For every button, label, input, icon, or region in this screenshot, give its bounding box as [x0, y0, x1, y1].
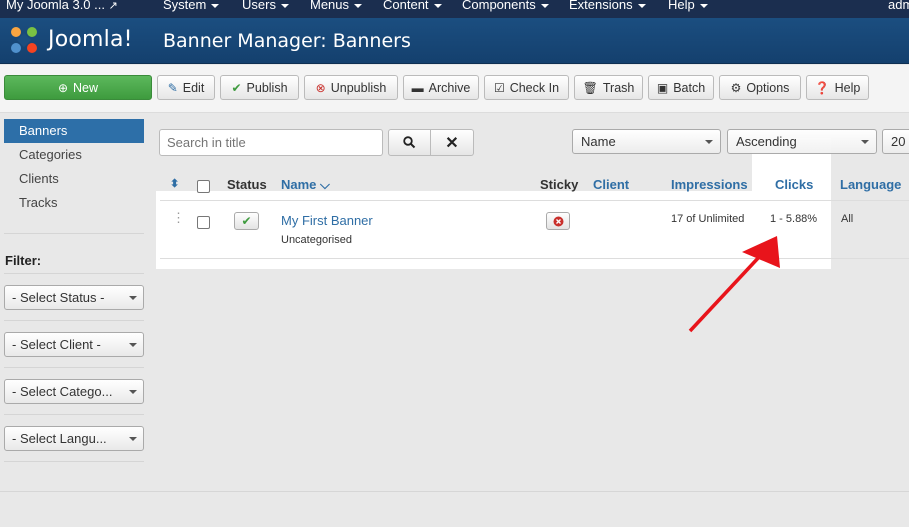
question-icon: ❓: [814, 80, 830, 95]
user-menu[interactable]: adm: [888, 0, 909, 12]
ordering-header-icon[interactable]: ⬍: [170, 177, 179, 190]
language-column-header[interactable]: Language: [840, 177, 901, 192]
impressions-column-header[interactable]: Impressions: [671, 177, 748, 192]
client-filter-select[interactable]: - Select Client -: [4, 332, 144, 357]
unsticky-icon: [553, 216, 563, 226]
client-column-header[interactable]: Client: [593, 177, 629, 192]
gear-icon: ⚙: [730, 80, 742, 95]
footer-divider: [0, 491, 909, 492]
list-limit-select[interactable]: 20: [882, 129, 909, 154]
language-value: All: [841, 213, 854, 225]
search-icon: [403, 136, 416, 149]
publish-button[interactable]: ✔ Publish: [220, 75, 299, 100]
row-checkbox[interactable]: [197, 216, 210, 229]
batch-button[interactable]: ▣ Batch: [648, 75, 714, 100]
menu-components[interactable]: Components: [462, 0, 549, 12]
filter-divider: [4, 273, 144, 274]
admin-menu-bar: My Joomla 3.0 ... ↗ System Users Menus C…: [0, 0, 909, 18]
edit-icon: ✎: [167, 80, 178, 95]
page-title: Banner Manager: Banners: [163, 30, 411, 52]
filter-divider: [4, 367, 144, 368]
status-column-header[interactable]: Status: [227, 177, 267, 192]
external-link-icon: ↗: [108, 0, 118, 12]
trash-icon: 🗑: [582, 80, 598, 95]
clicks-column-header[interactable]: Clicks: [775, 177, 813, 192]
status-toggle-button[interactable]: ✔: [234, 212, 259, 230]
sidebar-item-categories[interactable]: Categories: [4, 143, 144, 167]
sticky-toggle-button[interactable]: [546, 212, 570, 230]
batch-icon: ▣: [656, 80, 669, 95]
menu-content[interactable]: Content: [383, 0, 442, 12]
header: Joomla! Banner Manager: Banners: [0, 18, 909, 64]
category-filter-select[interactable]: - Select Catego...: [4, 379, 144, 404]
options-button[interactable]: ⚙ Options: [719, 75, 801, 100]
archive-icon: ▬: [411, 80, 424, 95]
menu-menus[interactable]: Menus: [310, 0, 363, 12]
checkbox-icon: ☑: [493, 80, 505, 95]
menu-system[interactable]: System: [163, 0, 220, 12]
annotation-arrow-icon: [688, 236, 780, 333]
help-button[interactable]: ❓ Help: [806, 75, 869, 100]
language-filter-select[interactable]: - Select Langu...: [4, 426, 144, 451]
search-input[interactable]: [159, 129, 383, 156]
filter-divider: [4, 461, 144, 462]
row-divider: [160, 258, 909, 259]
name-column-header[interactable]: Name ⌵: [281, 177, 330, 193]
sidebar-divider: [4, 233, 144, 234]
status-filter-select[interactable]: - Select Status -: [4, 285, 144, 310]
menu-help[interactable]: Help: [668, 0, 708, 12]
new-button[interactable]: ⊕ New: [4, 75, 152, 100]
unpublish-button[interactable]: ⊗ Unpublish: [304, 75, 398, 100]
sidebar-item-clients[interactable]: Clients: [4, 167, 144, 191]
sort-direction-select[interactable]: Ascending: [727, 129, 877, 154]
clicks-value: 1 - 5.88%: [770, 213, 818, 225]
filter-divider: [4, 414, 144, 415]
check-in-button[interactable]: ☑ Check In: [484, 75, 569, 100]
joomla-logo-icon: [11, 27, 37, 53]
drag-handle-icon[interactable]: ⋮: [172, 210, 185, 226]
sidebar: Banners Categories Clients Tracks Filter…: [0, 114, 150, 494]
sidebar-item-banners[interactable]: Banners: [4, 119, 144, 143]
chevron-down-icon: ⌵: [320, 177, 330, 192]
logo-text: Joomla!: [48, 27, 133, 52]
check-icon: ✔: [231, 80, 242, 95]
close-icon: ✕: [445, 134, 459, 152]
archive-button[interactable]: ▬ Archive: [403, 75, 479, 100]
site-link[interactable]: My Joomla 3.0 ... ↗: [6, 0, 118, 12]
impressions-value: 17 of Unlimited: [671, 213, 745, 225]
banner-name-link[interactable]: My First Banner: [281, 213, 373, 228]
check-icon: ✔: [241, 214, 252, 228]
filter-divider: [4, 320, 144, 321]
joomla-logo[interactable]: Joomla!: [8, 24, 153, 56]
menu-extensions[interactable]: Extensions: [569, 0, 646, 12]
plus-circle-icon: ⊕: [57, 80, 69, 95]
unpublish-icon: ⊗: [315, 80, 326, 95]
edit-button[interactable]: ✎ Edit: [157, 75, 215, 100]
sticky-column-header[interactable]: Sticky: [540, 177, 578, 192]
search-button[interactable]: [388, 129, 431, 156]
menu-users[interactable]: Users: [242, 0, 289, 12]
toolbar: ⊕ New ✎ Edit ✔ Publish ⊗ Unpublish ▬ Archive …: [0, 65, 909, 113]
header-divider: [160, 200, 909, 201]
sort-field-select[interactable]: Name: [572, 129, 721, 154]
banner-category: Uncategorised: [281, 234, 352, 246]
clear-search-button[interactable]: ✕: [431, 129, 474, 156]
sidebar-item-tracks[interactable]: Tracks: [4, 191, 144, 215]
filter-label: Filter:: [5, 253, 42, 268]
select-all-checkbox[interactable]: [197, 180, 210, 193]
trash-button[interactable]: 🗑 Trash: [574, 75, 643, 100]
